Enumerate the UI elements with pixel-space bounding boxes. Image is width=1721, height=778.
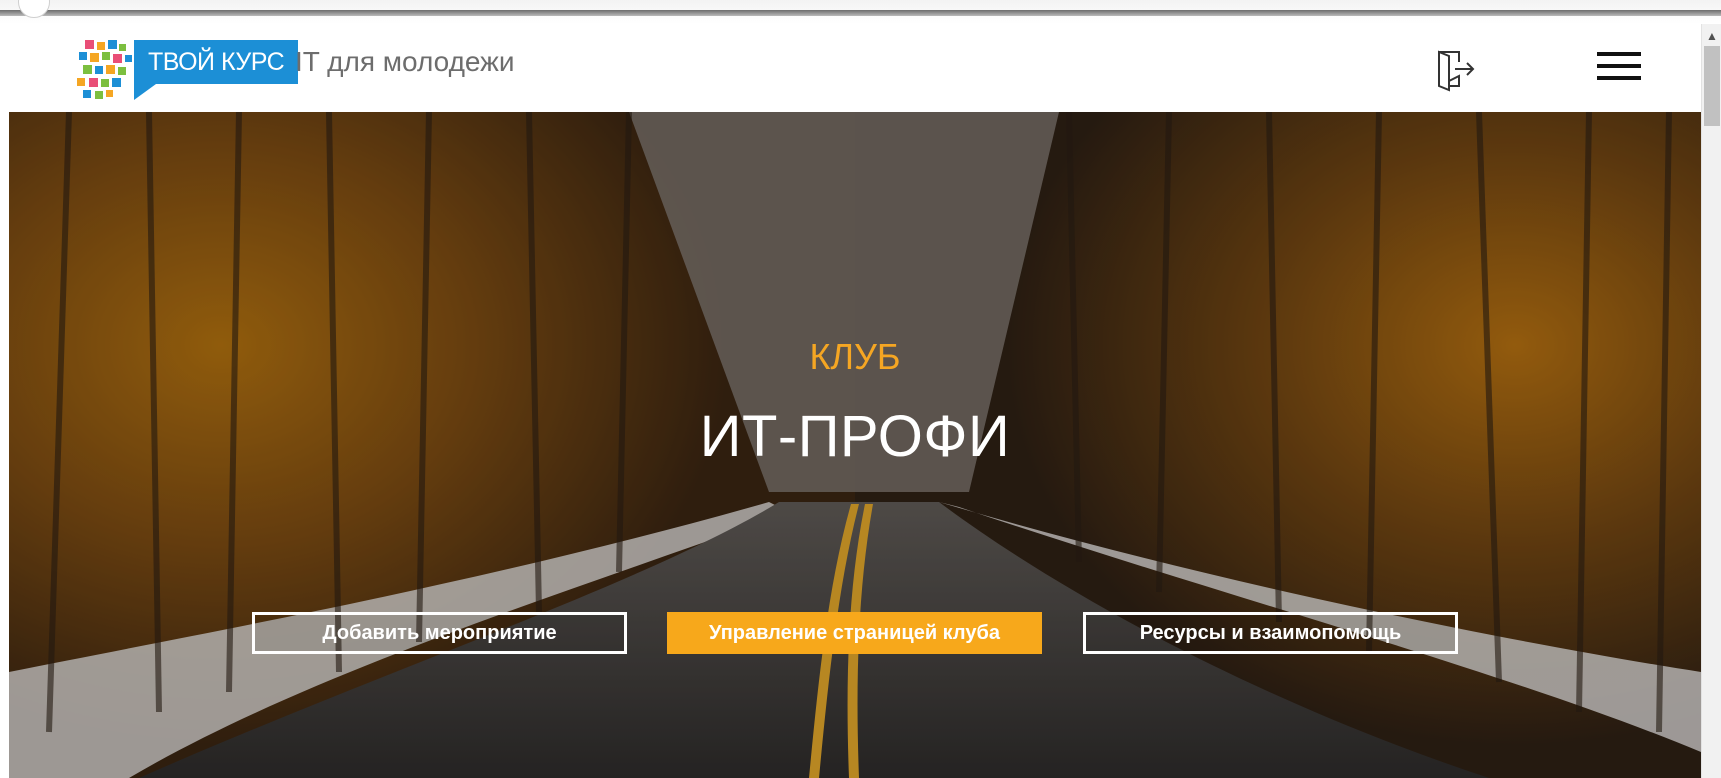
site-tagline: IT для молодежи xyxy=(295,46,515,77)
hero-title: ИТ-ПРОФИ xyxy=(699,404,1011,469)
brand-badge[interactable]: ТВОЙ КУРС xyxy=(134,40,299,100)
site-header: ТВОЙ КУРС IT для молодежи xyxy=(9,24,1701,112)
vertical-scrollbar[interactable]: ▲ xyxy=(1701,24,1721,778)
hamburger-menu-icon[interactable] xyxy=(1597,52,1641,84)
scroll-up-arrow-icon[interactable]: ▲ xyxy=(1704,28,1720,44)
manage-club-page-button[interactable]: Управление страницей клуба xyxy=(667,612,1042,654)
resources-help-button[interactable]: Ресурсы и взаимопомощь xyxy=(1083,612,1458,654)
logout-door-icon[interactable] xyxy=(1431,46,1477,92)
menu-bar-top xyxy=(1597,52,1641,56)
scrollbar-thumb[interactable] xyxy=(1704,46,1720,126)
hero-banner: КЛУБ ИТ-ПРОФИ Добавить мероприятие Управ… xyxy=(9,112,1701,778)
mosaic-logo-icon[interactable] xyxy=(71,38,141,102)
chrome-divider xyxy=(0,10,1721,16)
menu-bar-bottom xyxy=(1597,76,1641,80)
browser-chrome-top xyxy=(0,0,1721,24)
menu-bar-middle xyxy=(1597,64,1641,68)
hero-kicker: КЛУБ xyxy=(809,336,901,377)
add-event-button[interactable]: Добавить мероприятие xyxy=(252,612,627,654)
